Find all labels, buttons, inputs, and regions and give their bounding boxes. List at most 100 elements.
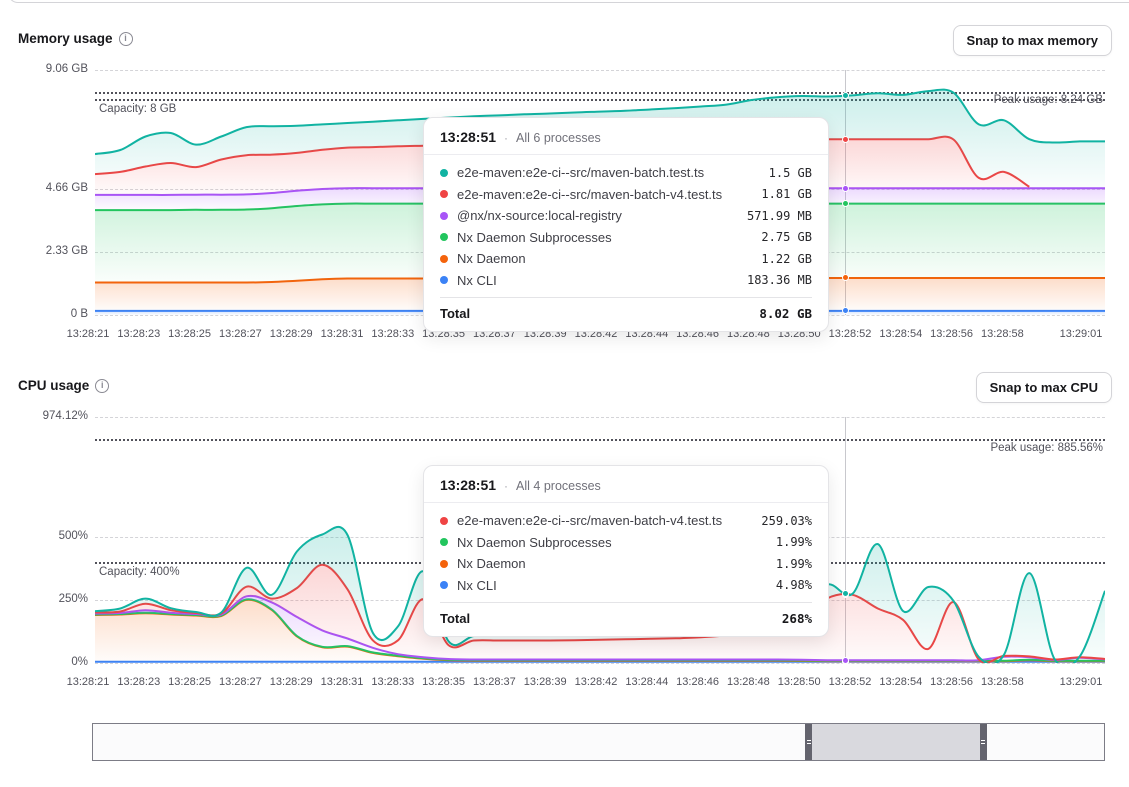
x-axis-tick-label: 13:28:21 — [67, 328, 110, 340]
purple-cursor-dot-icon — [842, 657, 849, 664]
snap-to-max-cpu-button[interactable]: Snap to max CPU — [976, 372, 1112, 403]
blue-series-dot-icon — [440, 581, 448, 589]
orange-cursor-dot-icon — [842, 274, 849, 281]
tooltip-separator: · — [504, 479, 508, 493]
y-axis-tick-label: 974.12% — [0, 410, 88, 422]
teal-series-dot-icon — [440, 169, 448, 177]
x-axis-tick-label: 13:28:29 — [270, 328, 313, 340]
info-icon[interactable]: i — [119, 32, 133, 46]
process-value: 1.99% — [776, 557, 812, 571]
y-axis-tick-label: 2.33 GB — [0, 245, 88, 257]
tooltip-total-value: 8.02 GB — [759, 306, 812, 321]
x-axis-tick-label: 13:28:39 — [524, 676, 567, 688]
tooltip-row: Nx Daemon 1.22 GB — [440, 248, 812, 270]
process-monitor-page: Memory usage i Snap to max memory 9.06 G… — [0, 0, 1129, 787]
teal-cursor-dot-icon — [842, 92, 849, 99]
x-axis-tick-label: 13:28:25 — [168, 328, 211, 340]
purple-series-dot-icon — [440, 212, 448, 220]
red-cursor-dot-icon — [842, 136, 849, 143]
process-value: 571.99 MB — [747, 209, 812, 223]
process-name: Nx Daemon — [457, 251, 752, 266]
scrubber-selection[interactable] — [805, 724, 987, 760]
orange-series-dot-icon — [440, 255, 448, 263]
y-axis-tick-label: 0 B — [0, 308, 88, 320]
process-name: Nx CLI — [457, 273, 738, 288]
x-axis-tick-label: 13:28:27 — [219, 328, 262, 340]
snap-to-max-memory-button[interactable]: Snap to max memory — [953, 25, 1113, 56]
purple-cursor-dot-icon — [842, 185, 849, 192]
scrubber-right-handle[interactable] — [980, 724, 987, 760]
x-axis-tick-label: 13:28:23 — [117, 676, 160, 688]
x-axis-tick-label: 13:28:44 — [625, 676, 668, 688]
y-axis-tick-label: 0% — [0, 656, 88, 668]
gridline — [95, 663, 1105, 664]
x-axis-tick-label: 13:28:56 — [930, 676, 973, 688]
y-axis-tick-label: 4.66 GB — [0, 182, 88, 194]
x-axis-tick-label: 13:28:37 — [473, 676, 516, 688]
memory-section-header: Memory usage i — [18, 31, 133, 46]
process-name: e2e-maven:e2e-ci--src/maven-batch-v4.tes… — [457, 187, 752, 202]
x-axis-tick-label: 13:28:27 — [219, 676, 262, 688]
tooltip-row: Nx Daemon 1.99% — [440, 553, 812, 575]
scrubber-left-handle[interactable] — [805, 724, 812, 760]
cpu-section-header: CPU usage i — [18, 378, 109, 393]
x-axis-tick-label: 13:28:29 — [270, 676, 313, 688]
x-axis-tick-label: 13:28:31 — [321, 676, 364, 688]
tooltip-time: 13:28:51 — [440, 129, 496, 145]
top-panel-divider — [8, 0, 1129, 3]
x-axis-tick-label: 13:28:56 — [930, 328, 973, 340]
tooltip-total-label: Total — [440, 306, 470, 321]
x-axis-tick-label: 13:28:21 — [67, 676, 110, 688]
tooltip-total-row: Total 8.02 GB — [440, 297, 812, 331]
green-series-dot-icon — [440, 538, 448, 546]
x-axis-tick-label: 13:28:33 — [371, 676, 414, 688]
x-axis-tick-label: 13:28:58 — [981, 676, 1024, 688]
process-value: 4.98% — [776, 578, 812, 592]
tooltip-row: e2e-maven:e2e-ci--src/maven-batch.test.t… — [440, 162, 812, 184]
process-value: 1.5 GB — [769, 166, 812, 180]
cpu-tooltip: 13:28:51 · All 4 processes e2e-maven:e2e… — [423, 465, 829, 637]
tooltip-header: 13:28:51 · All 4 processes — [424, 466, 828, 503]
tooltip-header: 13:28:51 · All 6 processes — [424, 118, 828, 155]
process-value: 2.75 GB — [761, 230, 812, 244]
timeline-scrubber-track[interactable] — [92, 723, 1105, 761]
tooltip-subtitle: All 6 processes — [516, 131, 601, 145]
tooltip-row: @nx/nx-source:local-registry 571.99 MB — [440, 205, 812, 227]
tooltip-row: Nx Daemon Subprocesses1.99% — [440, 532, 812, 554]
x-axis-tick-label: 13:28:50 — [778, 676, 821, 688]
x-axis-tick-label: 13:28:46 — [676, 676, 719, 688]
tooltip-rows: e2e-maven:e2e-ci--src/maven-batch.test.t… — [424, 155, 828, 294]
tooltip-separator: · — [504, 131, 508, 145]
tooltip-row: Nx Daemon Subprocesses2.75 GB — [440, 227, 812, 249]
orange-series-dot-icon — [440, 560, 448, 568]
tooltip-total-row: Total 268% — [440, 602, 812, 636]
process-name: @nx/nx-source:local-registry — [457, 208, 738, 223]
cpu-usage-title: CPU usage — [18, 378, 89, 393]
memory-tooltip: 13:28:51 · All 6 processes e2e-maven:e2e… — [423, 117, 829, 332]
red-series-dot-icon — [440, 517, 448, 525]
process-value: 1.22 GB — [761, 252, 812, 266]
blue-cursor-dot-icon — [842, 307, 849, 314]
x-axis-tick-label: 13:28:35 — [422, 676, 465, 688]
x-axis-tick-label: 13:28:52 — [829, 328, 872, 340]
process-name: Nx CLI — [457, 578, 767, 593]
x-axis-tick-label: 13:28:33 — [371, 328, 414, 340]
teal-cursor-dot-icon — [842, 590, 849, 597]
x-axis-tick-label: 13:28:25 — [168, 676, 211, 688]
info-icon[interactable]: i — [95, 379, 109, 393]
blue-series-dot-icon — [440, 276, 448, 284]
y-axis-tick-label: 250% — [0, 593, 88, 605]
y-axis-tick-label: 9.06 GB — [0, 63, 88, 75]
tooltip-total-label: Total — [440, 611, 470, 626]
x-axis-tick-label: 13:28:42 — [575, 676, 618, 688]
memory-usage-title: Memory usage — [18, 31, 113, 46]
process-value: 1.99% — [776, 535, 812, 549]
process-value: 1.81 GB — [761, 187, 812, 201]
x-axis-tick-label: 13:28:58 — [981, 328, 1024, 340]
red-series-dot-icon — [440, 190, 448, 198]
tooltip-time: 13:28:51 — [440, 477, 496, 493]
tooltip-rows: e2e-maven:e2e-ci--src/maven-batch-v4.tes… — [424, 503, 828, 599]
process-value: 259.03% — [761, 514, 812, 528]
process-name: Nx Daemon — [457, 556, 767, 571]
x-axis-tick-label: 13:28:54 — [879, 676, 922, 688]
